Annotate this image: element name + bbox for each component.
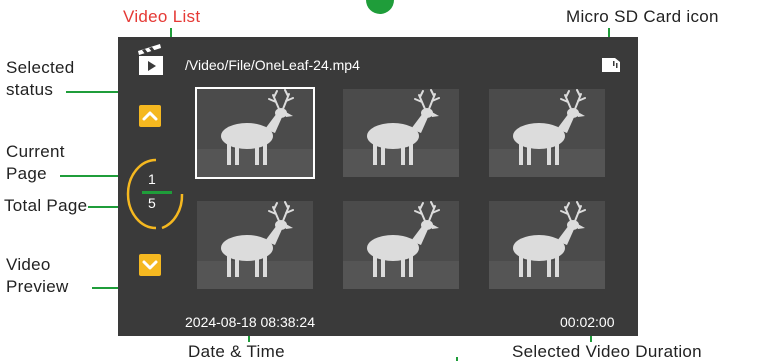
deer-thumbnail-icon bbox=[489, 201, 605, 289]
recording-datetime: 2024-08-18 08:38:24 bbox=[185, 314, 315, 330]
callout-video-line2: Preview bbox=[6, 277, 69, 296]
deer-thumbnail-icon bbox=[343, 89, 459, 177]
video-thumbnail-3[interactable] bbox=[489, 89, 605, 177]
total-page-number: 5 bbox=[148, 195, 156, 211]
video-thumbnail-5[interactable] bbox=[343, 201, 459, 289]
deer-thumbnail-icon bbox=[197, 201, 313, 289]
file-path: /Video/File/OneLeaf-24.mp4 bbox=[185, 57, 360, 73]
sd-card-icon bbox=[602, 58, 620, 72]
page-indicator: 1 5 bbox=[122, 154, 186, 234]
video-thumbnail-1[interactable] bbox=[195, 87, 315, 179]
deer-thumbnail-icon bbox=[197, 89, 313, 177]
leader-stub bbox=[456, 357, 458, 361]
chevron-down-icon bbox=[142, 260, 158, 270]
device-screen: /Video/File/OneLeaf-24.mp4 1 5 2024-08-1… bbox=[118, 37, 638, 336]
current-page-number: 1 bbox=[148, 171, 156, 187]
chevron-up-icon bbox=[142, 111, 158, 121]
callout-current-line1: Current bbox=[6, 142, 65, 161]
video-thumbnail-2[interactable] bbox=[343, 89, 459, 177]
callout-micro-sd: Micro SD Card icon bbox=[566, 7, 719, 26]
deer-thumbnail-icon bbox=[489, 89, 605, 177]
callout-date-time: Date & Time bbox=[188, 342, 285, 361]
page-down-button[interactable] bbox=[139, 254, 161, 276]
callout-total-page: Total Page bbox=[4, 196, 88, 215]
callout-video-line1: Video bbox=[6, 255, 51, 274]
video-clapper-icon[interactable] bbox=[136, 43, 166, 77]
callout-selected-line1: Selected bbox=[6, 58, 75, 77]
video-thumbnail-6[interactable] bbox=[489, 201, 605, 289]
top-device-icon bbox=[366, 0, 394, 14]
callout-duration: Selected Video Duration bbox=[512, 342, 702, 361]
video-thumbnail-4[interactable] bbox=[197, 201, 313, 289]
page-ring-graphic bbox=[126, 158, 184, 230]
video-duration: 00:02:00 bbox=[560, 314, 615, 330]
callout-current-line2: Page bbox=[6, 164, 47, 183]
page-up-button[interactable] bbox=[139, 105, 161, 127]
deer-thumbnail-icon bbox=[343, 201, 459, 289]
callout-selected-line2: status bbox=[6, 80, 54, 99]
callout-video-list: Video List bbox=[123, 7, 201, 26]
